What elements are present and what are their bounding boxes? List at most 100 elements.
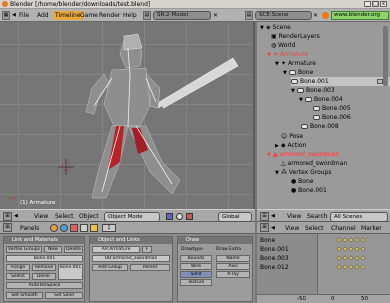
action-menu-select[interactable]: Select bbox=[305, 225, 324, 232]
pivot-icon[interactable] bbox=[176, 213, 183, 220]
viewport-editor-type-icon[interactable]: ⊞ bbox=[3, 212, 12, 221]
blender-org-link[interactable]: www.blender.org bbox=[331, 11, 389, 20]
scene-close-icon[interactable]: ✕ bbox=[313, 12, 318, 19]
outliner-collapse-icon[interactable]: ◀ bbox=[271, 213, 275, 219]
screen-selector[interactable]: SR:2-Model bbox=[153, 11, 211, 20]
viewport-menu-object[interactable]: Object bbox=[79, 213, 99, 220]
outliner-item-armored-swordman[interactable]: ▼ ▲ armored_swordman bbox=[267, 150, 339, 159]
outliner-item-bone-006[interactable]: Bone.006 bbox=[313, 113, 351, 122]
menu-game[interactable]: Game bbox=[80, 12, 98, 19]
channel-row[interactable]: Bone.001 bbox=[257, 245, 390, 254]
parent-field[interactable]: Parent bbox=[130, 264, 170, 271]
panels-menu[interactable]: Panels bbox=[20, 225, 39, 232]
channel-row[interactable]: Bone.012 bbox=[257, 263, 390, 272]
outliner-editor-type-icon[interactable]: ☰ bbox=[260, 212, 269, 221]
assign-button[interactable]: Assign bbox=[6, 264, 30, 271]
viewport-menu-select[interactable]: Select bbox=[55, 213, 74, 220]
outliner-item-group-bone-001[interactable]: ● Bone.001 bbox=[291, 186, 327, 195]
set-smooth-button[interactable]: Set Smooth bbox=[6, 292, 43, 299]
outliner[interactable]: ▼ ◈ Scene ▣ RenderLayers ◍ World ▼ ✦ Armat… bbox=[257, 22, 390, 209]
channel-row[interactable]: Bone bbox=[257, 236, 390, 245]
vertex-groups-button[interactable]: Vertex Groups bbox=[6, 246, 42, 253]
outliner-item-bone-008[interactable]: Bone.008 bbox=[301, 122, 339, 131]
action-menu-channel[interactable]: Channel bbox=[331, 225, 356, 232]
outliner-item-group-bone[interactable]: ● Bone bbox=[291, 177, 313, 186]
action-editor-type-icon[interactable]: ⊞ bbox=[260, 223, 269, 232]
world-icon: ◍ bbox=[271, 42, 277, 49]
outliner-item-bone-005[interactable]: Bone.005 bbox=[313, 104, 351, 113]
vgroup-name-field[interactable]: Bone.001 bbox=[6, 255, 83, 262]
outliner-scrollbar[interactable] bbox=[383, 26, 388, 86]
fake-user-button[interactable]: F bbox=[142, 246, 152, 253]
outliner-item-armature[interactable]: ▼ ✦ Armature bbox=[267, 50, 308, 59]
minimize-button[interactable]: _ bbox=[364, 1, 371, 7]
draw-mode-icon[interactable] bbox=[166, 213, 173, 220]
bounds-button[interactable]: Bounds bbox=[180, 255, 212, 262]
outliner-item-bone-001[interactable]: Bone.001 bbox=[291, 77, 390, 86]
mode-dropdown[interactable]: Object Mode bbox=[104, 212, 160, 222]
action-menu-marker[interactable]: Marker bbox=[361, 225, 382, 232]
outliner-item-scene[interactable]: ▼ ◈ Scene bbox=[260, 23, 291, 32]
orientation-dropdown[interactable]: Global bbox=[218, 212, 252, 222]
deselect-button[interactable]: Desel. bbox=[32, 273, 56, 280]
close-button[interactable]: x bbox=[380, 1, 387, 7]
armored-swordsman-model[interactable] bbox=[0, 22, 255, 209]
outliner-menu-view[interactable]: View bbox=[287, 213, 301, 220]
collapse-menu-icon[interactable]: ◀ bbox=[12, 12, 16, 18]
vgroup-list-field[interactable]: Bone.001 bbox=[58, 264, 83, 280]
autotexspace-button[interactable]: AutoTexSpace bbox=[6, 282, 83, 289]
outliner-item-bone[interactable]: ▼ Bone bbox=[283, 68, 313, 77]
select-button[interactable]: Select bbox=[6, 273, 30, 280]
object-name-field[interactable]: OB:armored_swordman bbox=[92, 255, 170, 262]
scene-browse-icon[interactable]: ▤ bbox=[245, 11, 253, 20]
xray-toggle[interactable]: X-ray bbox=[216, 271, 250, 278]
action-editor[interactable]: ⊞ ◀ View Select Channel Marker Bone Bone… bbox=[257, 222, 390, 303]
texture-button[interactable]: Texture bbox=[180, 279, 212, 286]
editing-context-icon[interactable] bbox=[90, 224, 98, 232]
axis-toggle[interactable]: Axis bbox=[216, 263, 250, 270]
action-menu-view[interactable]: View bbox=[285, 225, 299, 232]
outliner-item-armature-data[interactable]: ▼ ✦ Armature bbox=[275, 59, 316, 68]
screen-close-icon[interactable]: ✕ bbox=[213, 12, 218, 19]
action-collapse-icon[interactable]: ◀ bbox=[271, 225, 275, 231]
menu-add[interactable]: Add bbox=[37, 12, 49, 19]
editor-type-icon[interactable]: ▦ bbox=[2, 11, 10, 20]
outliner-item-pose[interactable]: ☺ Pose bbox=[281, 132, 303, 141]
menu-render[interactable]: Render bbox=[99, 12, 120, 19]
wire-button[interactable]: Wire bbox=[180, 263, 212, 270]
scene-selector[interactable]: SCE:Scene bbox=[255, 11, 312, 20]
armature-datablock-field[interactable]: AR:Armature bbox=[92, 246, 140, 253]
outliner-item-bone-004[interactable]: ▼ Bone.004 bbox=[299, 95, 343, 104]
outliner-item-world[interactable]: ◍ World bbox=[271, 41, 295, 50]
shading-context-icon[interactable] bbox=[70, 224, 78, 232]
frame-field[interactable]: 1 bbox=[102, 224, 116, 232]
logic-context-icon[interactable] bbox=[50, 224, 58, 232]
maximize-button[interactable]: □ bbox=[372, 1, 379, 7]
add-group-button[interactable]: Add Group bbox=[92, 264, 128, 271]
outliner-item-bone-003[interactable]: ▼ Bone.003 bbox=[291, 86, 335, 95]
object-context-icon[interactable] bbox=[80, 224, 88, 232]
outliner-item-armored-swordman-mesh[interactable]: △ armored_swordman bbox=[281, 159, 347, 168]
remove-button[interactable]: Remove bbox=[32, 264, 56, 271]
menu-help[interactable]: Help bbox=[123, 12, 137, 19]
menu-timeline[interactable]: Timeline bbox=[53, 11, 83, 20]
outliner-item-renderlayers[interactable]: ▣ RenderLayers bbox=[271, 32, 320, 41]
channel-row[interactable]: Bone.003 bbox=[257, 254, 390, 263]
viewport-menu-view[interactable]: View bbox=[34, 213, 48, 220]
outliner-item-vertex-groups[interactable]: ▼ ⁂ Vertex Groups bbox=[275, 168, 332, 177]
viewport-collapse-icon[interactable]: ◀ bbox=[14, 213, 18, 219]
script-context-icon[interactable] bbox=[60, 224, 68, 232]
solid-button[interactable]: Solid bbox=[180, 271, 212, 278]
new-vgroup-button[interactable]: New bbox=[44, 246, 62, 253]
menu-file[interactable]: File bbox=[19, 12, 29, 19]
outliner-scenes-dropdown[interactable]: All Scenes bbox=[330, 212, 388, 222]
outliner-menu-search[interactable]: Search bbox=[307, 213, 328, 220]
outliner-item-action[interactable]: ▶ ◆ Action bbox=[275, 141, 306, 150]
buttons-editor-type-icon[interactable]: ⊞ bbox=[3, 223, 12, 232]
set-solid-button[interactable]: Set Solid bbox=[45, 292, 83, 299]
screen-browse-icon[interactable]: ▤ bbox=[143, 11, 151, 20]
name-toggle[interactable]: Name bbox=[216, 255, 250, 262]
delete-vgroup-button[interactable]: Delete bbox=[64, 246, 83, 253]
manipulator-icon[interactable] bbox=[186, 213, 193, 220]
3d-viewport[interactable]: (1) Armature bbox=[0, 22, 255, 209]
